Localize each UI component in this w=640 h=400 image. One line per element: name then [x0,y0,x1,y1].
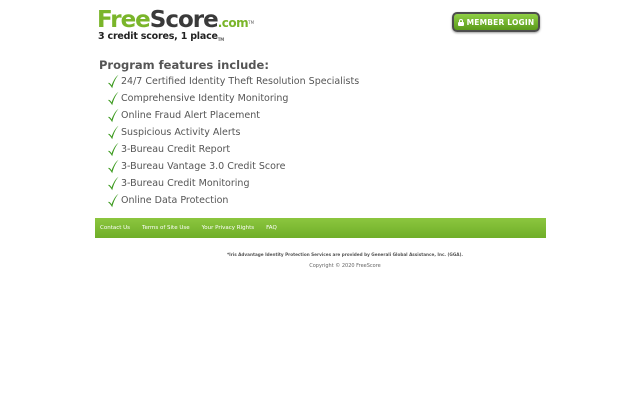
logo-part-com: .com [217,16,249,30]
check-icon [108,125,119,140]
feature-item: 24/7 Certified Identity Theft Resolution… [107,72,359,89]
feature-label: 24/7 Certified Identity Theft Resolution… [121,76,360,87]
footer-link-terms-of-site-use[interactable]: Terms of Site Use [142,225,190,231]
footer-link-contact-us[interactable]: Contact Us [100,225,130,231]
feature-item: 3-Bureau Credit Report [107,140,359,157]
disclaimer-text: *Iris Advantage Identity Protection Serv… [226,252,464,257]
tagline-trademark: TM [217,37,225,42]
footer-link-your-privacy-rights[interactable]: Your Privacy Rights [202,225,255,231]
check-icon [108,91,119,106]
feature-item: Online Fraud Alert Placement [107,106,359,123]
feature-label: Online Data Protection [121,195,229,206]
page-container: FreeScore.comTM 3 credit scores, 1 place… [95,0,546,400]
logo-tagline: 3 credit scores, 1 placeTM [98,31,225,42]
check-icon [108,74,119,89]
features-list: 24/7 Certified Identity Theft Resolution… [107,72,359,208]
check-icon [108,142,119,157]
feature-label: Comprehensive Identity Monitoring [121,93,289,104]
feature-label: Online Fraud Alert Placement [121,110,260,121]
check-icon [108,159,119,174]
member-login-button[interactable]: MEMBER LOGIN [452,12,540,32]
features-heading: Program features include: [99,58,269,72]
footer-nav-bar: Contact Us Terms of Site Use Your Privacy … [95,218,546,238]
check-icon [108,176,119,191]
check-icon [108,193,119,208]
feature-item: Suspicious Activity Alerts [107,123,359,140]
feature-label: 3-Bureau Credit Report [121,144,231,155]
lock-icon [457,18,464,26]
feature-label: 3-Bureau Vantage 3.0 Credit Score [121,161,286,172]
copyright-text: Copyright © 2020 FreeScore [309,263,381,269]
logo-trademark: TM [248,20,255,25]
freescore-logo[interactable]: FreeScore.comTM 3 credit scores, 1 place… [97,8,257,44]
logo-part-score: Score [149,7,219,33]
feature-label: 3-Bureau Credit Monitoring [121,178,250,189]
footer-link-faq[interactable]: FAQ [266,225,277,231]
logo-part-free: Free [97,7,151,33]
feature-item: 3-Bureau Credit Monitoring [107,174,359,191]
feature-item: 3-Bureau Vantage 3.0 Credit Score [107,157,359,174]
check-icon [108,108,119,123]
feature-item: Online Data Protection [107,191,359,208]
feature-label: Suspicious Activity Alerts [121,127,241,138]
feature-item: Comprehensive Identity Monitoring [107,89,359,106]
member-login-label: MEMBER LOGIN [466,17,535,27]
